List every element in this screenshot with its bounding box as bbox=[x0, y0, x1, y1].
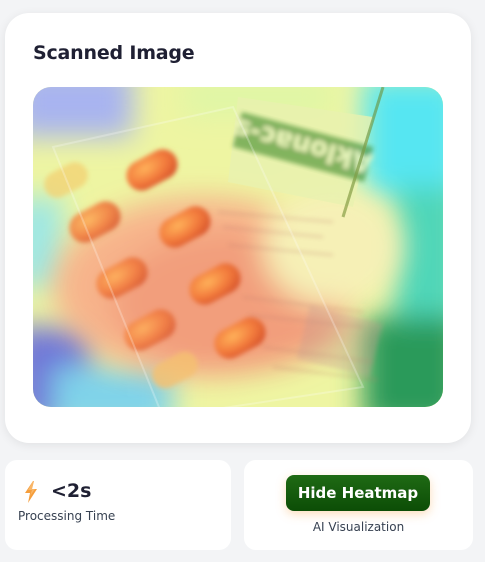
scanned-image-card: Scanned Image Aklonac-s bbox=[5, 13, 471, 443]
ai-visualization-label: AI Visualization bbox=[312, 520, 405, 534]
hide-heatmap-button[interactable]: Hide Heatmap bbox=[286, 475, 430, 511]
card-title: Scanned Image bbox=[33, 42, 195, 64]
processing-time-card: <2s Processing Time bbox=[5, 460, 231, 550]
scanned-image-heatmap: Aklonac-s bbox=[33, 87, 443, 407]
bolt-icon bbox=[23, 480, 39, 504]
processing-time-label: Processing Time bbox=[18, 509, 116, 523]
heatmap-action-card: Hide Heatmap AI Visualization bbox=[244, 460, 473, 550]
processing-time-value: <2s bbox=[51, 480, 92, 502]
